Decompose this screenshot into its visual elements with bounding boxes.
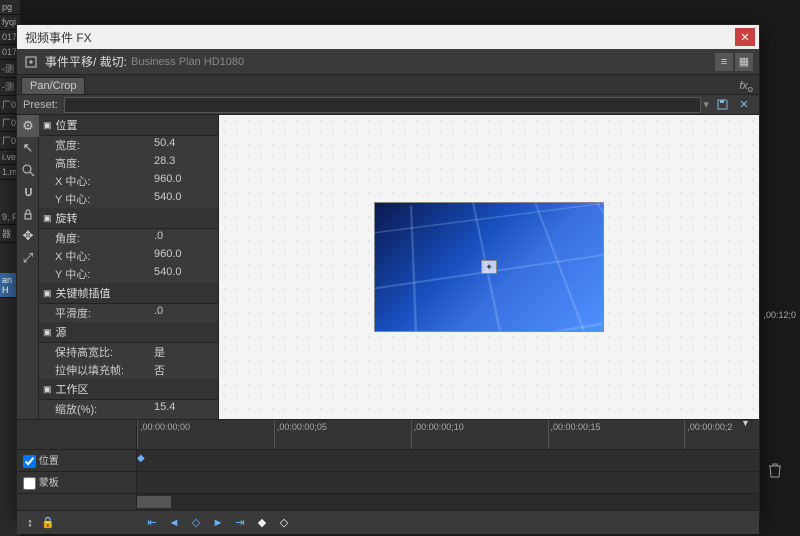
track-body[interactable]: ◆ <box>137 450 759 471</box>
next-keyframe-button[interactable]: ► <box>211 516 225 530</box>
time-ruler[interactable]: ,00:00:00;00 ,00:00:00;05 ,00:00:00;10 ,… <box>137 420 759 449</box>
track-mask[interactable]: 蒙板 <box>17 472 137 493</box>
effect-header: 事件平移/ 裁切: Business Plan HD1080 ≡ ▦ <box>17 49 759 75</box>
preset-label: Preset: <box>23 99 58 111</box>
external-timecode: ,00:12;0 <box>763 310 796 320</box>
list-view-button[interactable]: ≡ <box>715 53 733 71</box>
prop-row[interactable]: Y 中心:540.0 <box>39 265 218 283</box>
fx-label: fxo <box>739 80 759 94</box>
scrollbar-thumb[interactable] <box>137 496 171 508</box>
prop-row[interactable]: 平滑度:.0 <box>39 304 218 322</box>
keyframe-diamond-icon[interactable]: ◆ <box>137 453 145 464</box>
preview-canvas[interactable]: ✦ <box>219 115 759 419</box>
close-button[interactable]: ✕ <box>735 28 755 46</box>
preset-row: Preset: ▾ ✕ <box>17 95 759 115</box>
last-keyframe-button[interactable]: ⇥ <box>233 516 247 530</box>
tool-column: ⚙ ↖ ✥ ⤢ <box>17 115 39 419</box>
tab-pancrop[interactable]: Pan/Crop <box>21 77 85 94</box>
lock-button[interactable]: 🔒 <box>41 516 55 530</box>
dropdown-arrow-icon[interactable]: ▾ <box>703 98 709 111</box>
pancrop-icon <box>23 54 39 70</box>
track-label: 位置 <box>39 456 59 467</box>
group-keyframe[interactable]: ▣关键帧插值 <box>39 283 218 304</box>
prop-row[interactable]: 拉伸以填充帧:否 <box>39 361 218 379</box>
prop-row[interactable]: 高度:28.3 <box>39 154 218 172</box>
add-keyframe-button[interactable]: ◇ <box>189 516 203 530</box>
tab-row: Pan/Crop fxo <box>17 75 759 95</box>
track-mask-checkbox[interactable] <box>23 477 36 490</box>
playhead-icon[interactable] <box>743 420 751 449</box>
grid-view-button[interactable]: ▦ <box>735 53 753 71</box>
video-event-fx-dialog: 视频事件 FX ✕ 事件平移/ 裁切: Business Plan HD1080… <box>16 24 760 518</box>
scale-tool[interactable]: ⤢ <box>17 247 39 269</box>
zoom-tool[interactable] <box>17 159 39 181</box>
properties-panel: ▣位置 宽度:50.4 高度:28.3 X 中心:960.0 Y 中心:540.… <box>39 115 219 419</box>
trash-icon[interactable] <box>768 462 782 481</box>
timeline-header-left <box>17 420 137 449</box>
track-body[interactable] <box>137 472 759 493</box>
prop-row[interactable]: 宽度:50.4 <box>39 136 218 154</box>
save-preset-button[interactable] <box>713 97 731 113</box>
effect-name: 事件平移/ 裁切: <box>45 53 127 70</box>
group-workspace[interactable]: ▣工作区 <box>39 379 218 400</box>
keyframe-toolbar: ↕ 🔒 ⇤ ◄ ◇ ► ⇥ ◆ ◇ <box>17 510 759 534</box>
prop-row[interactable]: 角度:.0 <box>39 229 218 247</box>
video-frame[interactable]: ✦ <box>374 202 604 332</box>
timeline-scrollbar[interactable] <box>137 494 759 510</box>
timeline-scroll-left <box>17 494 137 510</box>
clip-name: Business Plan HD1080 <box>131 56 244 68</box>
group-source[interactable]: ▣源 <box>39 322 218 343</box>
track-position[interactable]: 位置 <box>17 450 137 471</box>
curve-smooth-button[interactable]: ◇ <box>277 516 291 530</box>
move-tool[interactable]: ✥ <box>17 225 39 247</box>
curve-linear-button[interactable]: ◆ <box>255 516 269 530</box>
sync-cursor-button[interactable]: ↕ <box>23 516 37 530</box>
select-tool[interactable]: ↖ <box>17 137 39 159</box>
group-position[interactable]: ▣位置 <box>39 115 218 136</box>
prop-row[interactable]: 保持高宽比:是 <box>39 343 218 361</box>
dialog-title: 视频事件 FX <box>21 29 735 46</box>
snap-tool[interactable] <box>17 181 39 203</box>
prop-row[interactable]: X 中心:960.0 <box>39 247 218 265</box>
lock-tool[interactable] <box>17 203 39 225</box>
settings-tool[interactable]: ⚙ <box>17 115 39 137</box>
prop-row[interactable]: X 偏移:.0 <box>39 418 218 419</box>
prop-row[interactable]: X 中心:960.0 <box>39 172 218 190</box>
group-rotation[interactable]: ▣旋转 <box>39 208 218 229</box>
prop-row[interactable]: 缩放(%):15.4 <box>39 400 218 418</box>
keyframe-timeline: ,00:00:00;00 ,00:00:00;05 ,00:00:00;10 ,… <box>17 419 759 534</box>
prev-keyframe-button[interactable]: ◄ <box>167 516 181 530</box>
dialog-titlebar[interactable]: 视频事件 FX ✕ <box>17 25 759 49</box>
main-area: ⚙ ↖ ✥ ⤢ ▣位置 宽度:50.4 高度:28.3 X 中心:960.0 Y… <box>17 115 759 419</box>
first-keyframe-button[interactable]: ⇤ <box>145 516 159 530</box>
delete-preset-button[interactable]: ✕ <box>735 97 753 113</box>
prop-row[interactable]: Y 中心:540.0 <box>39 190 218 208</box>
track-label: 蒙板 <box>39 478 59 489</box>
preset-dropdown[interactable] <box>64 97 702 113</box>
center-marker-icon[interactable]: ✦ <box>481 260 497 274</box>
track-position-checkbox[interactable] <box>23 455 36 468</box>
